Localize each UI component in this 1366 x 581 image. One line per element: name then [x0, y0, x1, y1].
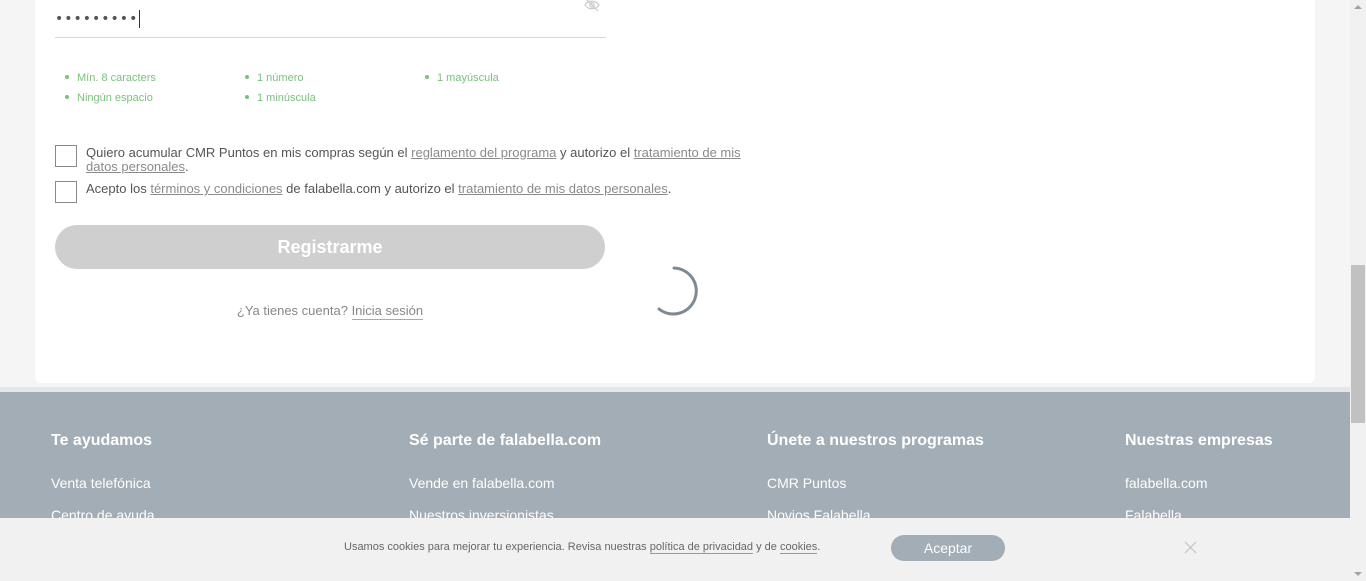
cookie-banner: Usamos cookies para mejorar tu experienc…: [0, 518, 1350, 581]
footer-col-title: Únete a nuestros programas: [767, 432, 984, 449]
privacy-policy-link[interactable]: política de privacidad: [649, 541, 754, 554]
cmr-consent-text: Quiero acumular CMR Puntos en mis compra…: [86, 145, 741, 174]
eye-off-icon[interactable]: [584, 0, 600, 12]
spinner-icon: [657, 266, 698, 316]
cookies-link[interactable]: cookies: [779, 541, 818, 554]
password-value[interactable]: •••••••••: [55, 10, 141, 28]
login-prompt: ¿Ya tienes cuenta? Inicia sesión: [236, 303, 424, 320]
scroll-thumb[interactable]: [1351, 265, 1365, 423]
footer-link-falabella-com[interactable]: falabella.com: [1125, 475, 1273, 491]
footer-col-title: Nuestras empresas: [1125, 432, 1273, 449]
terms-consent-checkbox[interactable]: [55, 181, 77, 203]
cookie-text: Usamos cookies para mejorar tu experienc…: [344, 541, 821, 554]
cmr-consent-checkbox[interactable]: [55, 145, 77, 167]
register-button[interactable]: Registrarme: [55, 225, 605, 269]
check-dot-icon: [65, 95, 69, 100]
terms-consent-text: Acepto los términos y condiciones de fal…: [86, 181, 672, 196]
scroll-up-arrow-icon[interactable]: [1354, 5, 1362, 9]
footer-col-title: Te ayudamos: [51, 432, 153, 449]
accept-cookies-button[interactable]: Aceptar: [891, 535, 1005, 561]
login-link[interactable]: Inicia sesión: [351, 303, 424, 320]
text-caret: [139, 10, 141, 28]
program-rules-link[interactable]: reglamento del programa: [411, 145, 556, 160]
rule-lowercase: 1 minúscula: [245, 92, 316, 104]
password-field[interactable]: •••••••••: [55, 0, 606, 38]
close-icon[interactable]: [1184, 541, 1197, 554]
footer-col-title: Sé parte de falabella.com: [409, 432, 602, 449]
page-scrollbar[interactable]: [1350, 0, 1366, 581]
footer-link-cmr-points[interactable]: CMR Puntos: [767, 475, 984, 491]
check-dot-icon: [245, 95, 249, 100]
check-dot-icon: [65, 75, 69, 80]
scroll-down-arrow-icon[interactable]: [1354, 572, 1362, 576]
footer-link-phone-sales[interactable]: Venta telefónica: [51, 475, 155, 491]
check-dot-icon: [245, 75, 249, 80]
terms-link[interactable]: términos y condiciones: [150, 181, 282, 196]
terms-data-treatment-link[interactable]: tratamiento de mis datos personales: [458, 181, 668, 196]
rule-no-space: Ningún espacio: [65, 92, 153, 104]
rule-min-length: Mín. 8 caracters: [65, 72, 156, 84]
rule-number: 1 número: [245, 72, 303, 84]
rule-uppercase: 1 mayúscula: [425, 72, 499, 84]
footer-link-sell[interactable]: Vende en falabella.com: [409, 475, 601, 491]
check-dot-icon: [425, 75, 429, 80]
